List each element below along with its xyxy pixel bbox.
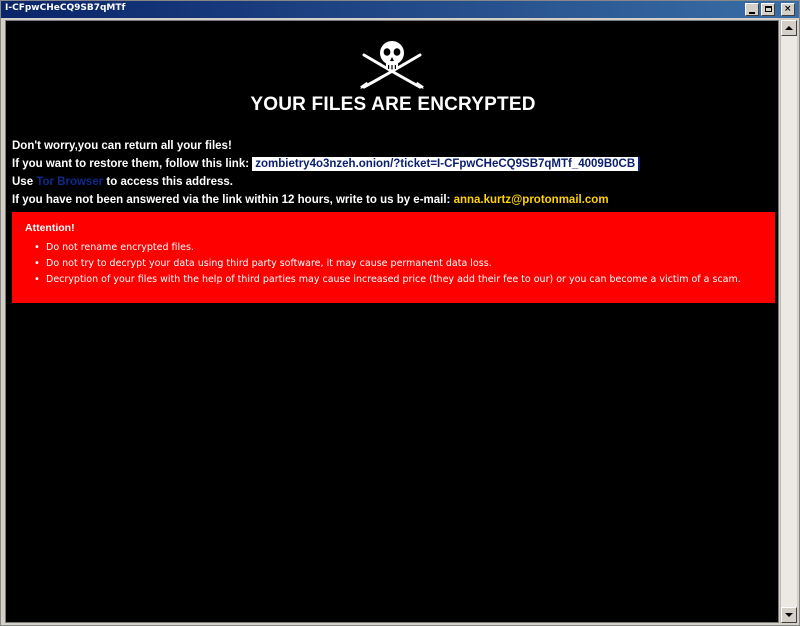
minimize-icon — [749, 12, 755, 14]
minimize-button[interactable] — [745, 3, 759, 16]
list-item: Decryption of your files with the help o… — [34, 272, 741, 288]
message-line-2: If you want to restore them, follow this… — [12, 155, 641, 173]
attention-title: Attention! — [25, 222, 75, 234]
link-intro-text: If you want to restore them, follow this… — [12, 158, 250, 170]
scroll-up-button[interactable] — [781, 20, 797, 36]
close-button[interactable]: × — [781, 3, 795, 16]
scroll-down-button[interactable] — [781, 607, 797, 623]
vertical-scrollbar[interactable] — [780, 20, 797, 623]
page-title: YOUR FILES ARE ENCRYPTED — [250, 94, 536, 115]
title-bar[interactable]: I-CFpwCHeCQ9SB7qMTf × — [1, 1, 799, 18]
access-text: to access this address. — [106, 176, 233, 188]
message-line-4: If you have not been answered via the li… — [12, 191, 640, 209]
maximize-button[interactable] — [761, 3, 775, 16]
onion-link-field[interactable]: zombietry4o3nzeh.onion/?ticket=I-CFpwCHe… — [252, 157, 641, 171]
jolly-roger-skull-swords-icon — [360, 41, 424, 89]
arrow-down-icon — [785, 613, 793, 617]
window-title: I-CFpwCHeCQ9SB7qMTf — [5, 3, 126, 13]
list-item: Do not try to decrypt your data using th… — [34, 256, 741, 272]
attention-list: Do not rename encrypted files. Do not tr… — [34, 240, 741, 288]
close-icon: × — [784, 4, 792, 14]
app-window: I-CFpwCHeCQ9SB7qMTf × YOUR FILES ARE ENC… — [0, 0, 800, 626]
contact-email[interactable]: anna.kurtz@protonmail.com — [454, 194, 609, 206]
attention-box: Attention! Do not rename encrypted files… — [12, 212, 775, 303]
ransom-note-view: YOUR FILES ARE ENCRYPTED Don't worry,you… — [5, 20, 779, 623]
tor-browser-link[interactable]: Tor Browser — [36, 176, 103, 188]
use-text: Use — [12, 176, 34, 188]
message-block: Don't worry,you can return all your file… — [12, 137, 641, 209]
maximize-icon — [765, 6, 772, 12]
message-line-3: Use Tor Browser to access this address. — [12, 173, 640, 191]
message-line-1: Don't worry,you can return all your file… — [12, 140, 232, 152]
arrow-up-icon — [785, 26, 793, 30]
list-item: Do not rename encrypted files. — [34, 240, 741, 256]
email-intro-text: If you have not been answered via the li… — [12, 194, 451, 206]
